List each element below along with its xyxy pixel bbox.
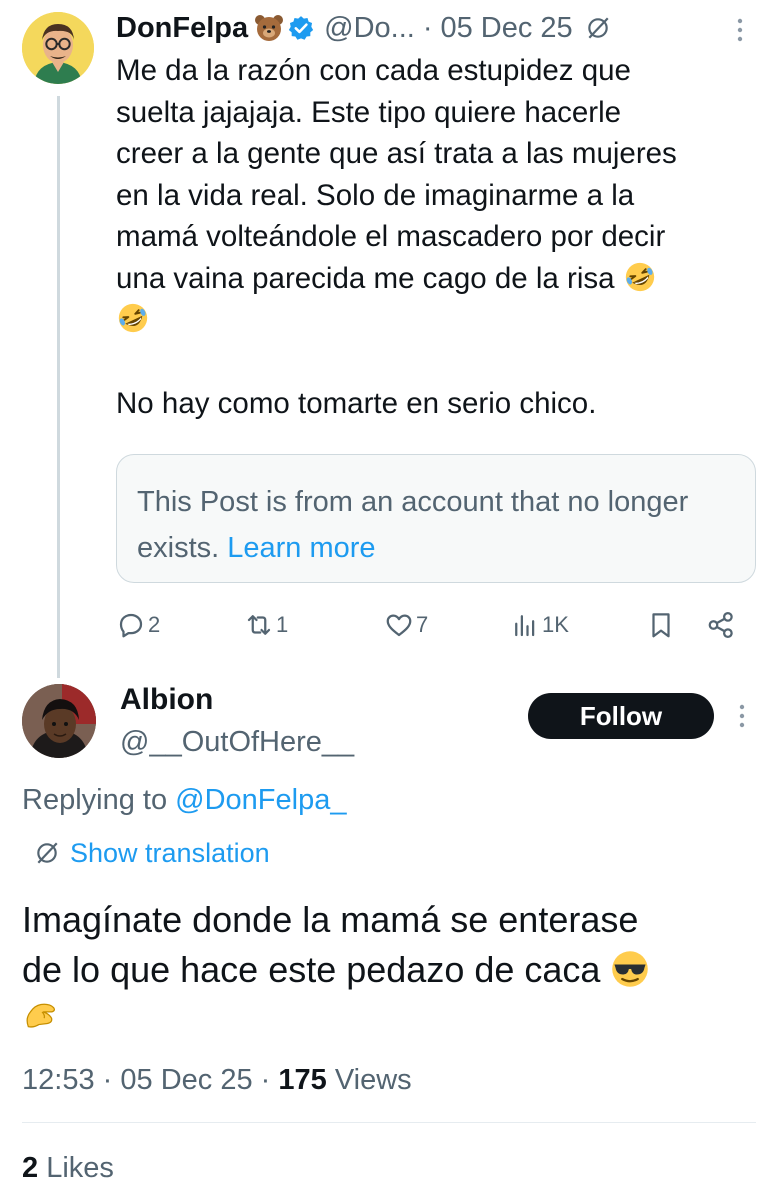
reply-author-handle[interactable]: @__OutOfHere__	[120, 722, 354, 762]
likes-summary[interactable]: 2 Likes	[22, 1148, 114, 1188]
post-body: Me da la razón con cada estupidez que su…	[116, 50, 736, 425]
reply-count: 2	[148, 612, 161, 637]
share-icon	[708, 612, 733, 638]
repost-action[interactable]: 1	[244, 600, 288, 650]
bookmark-action[interactable]	[646, 600, 678, 650]
separator-dot: ·	[260, 1064, 271, 1096]
author-name[interactable]: DonFelpa	[116, 12, 248, 45]
separator-dot: ·	[102, 1064, 113, 1096]
mention-link[interactable]: @DonFelpa_	[175, 784, 346, 816]
view-count: 1K	[542, 612, 569, 637]
views-action[interactable]: 1K	[510, 600, 569, 650]
show-translation-button[interactable]: Show translation	[34, 834, 270, 872]
reply-author-name[interactable]: Albion	[120, 680, 213, 720]
sunglasses-emoji-icon	[612, 951, 649, 987]
reply-author-avatar[interactable]	[22, 684, 96, 758]
heart-icon	[386, 614, 412, 637]
post-text-line: mamá volteándole el mascadero por decir	[116, 220, 666, 253]
show-translation-label: Show translation	[70, 837, 270, 868]
grok-icon[interactable]	[585, 15, 611, 41]
more-options-icon[interactable]	[730, 700, 754, 732]
profile-photo-icon	[22, 684, 96, 758]
likes-label: Likes	[46, 1152, 114, 1184]
reply-date[interactable]: 05 Dec 25	[120, 1064, 252, 1096]
unavailable-quote-card[interactable]: This Post is from an account that no lon…	[116, 454, 756, 583]
post-action-bar: 2 1 7 1K	[116, 600, 756, 650]
follow-button[interactable]: Follow	[528, 693, 714, 739]
separator-dot: ·	[422, 11, 433, 44]
rolling-laughing-emoji-icon	[625, 262, 654, 291]
bookmark-icon	[652, 613, 670, 638]
reply-text-line: Imagínate donde la mamá se enterase	[22, 899, 639, 940]
learn-more-link[interactable]: Learn more	[227, 532, 375, 564]
post-date[interactable]: 05 Dec 25	[440, 12, 572, 45]
reply-views-label: Views	[334, 1064, 412, 1096]
bitmoji-avatar-icon	[22, 12, 94, 84]
post-header: DonFelpa @Do... · 05 Dec 25	[116, 8, 611, 48]
bear-emoji-icon	[255, 15, 284, 41]
reply-icon	[119, 613, 143, 638]
post-text-line: en la vida real. Solo de imaginarme a la	[116, 178, 635, 212]
post-text-line: una vaina parecida me cago de la risa	[116, 261, 615, 295]
likes-count: 2	[22, 1152, 39, 1184]
replying-to-line: Replying to @DonFelpa_	[22, 780, 346, 820]
reply-action[interactable]: 2	[116, 600, 160, 650]
verified-badge-icon	[288, 16, 314, 40]
thread-connector-line	[57, 96, 60, 678]
reply-text-line-with-emoji: de lo que hace este pedazo de caca	[22, 945, 742, 995]
like-count: 7	[416, 612, 429, 637]
repost-icon	[247, 615, 271, 635]
reply-time[interactable]: 12:53	[22, 1064, 95, 1096]
post-text-line: No hay como tomarte en serio chico.	[116, 387, 597, 420]
author-handle[interactable]: @Do...	[324, 12, 415, 45]
post-text-line-with-emoji: una vaina parecida me cago de la risa	[116, 258, 736, 300]
quote-unavailable-text: This Post is from an account that no lon…	[137, 486, 689, 564]
post-text-line: creer a la gente que así trata a las muj…	[116, 137, 677, 170]
share-action[interactable]	[706, 600, 738, 650]
analytics-icon	[515, 615, 535, 637]
pinching-hand-emoji-icon	[26, 1003, 55, 1028]
post-text-line: Me da la razón con cada estupidez que	[116, 54, 631, 87]
reply-body: Imagínate donde la mamá se enterase de l…	[22, 895, 742, 1046]
repost-count: 1	[276, 612, 289, 637]
reply-text-line: de lo que hace este pedazo de caca	[22, 949, 601, 990]
emoji-line	[22, 995, 742, 1046]
reply-view-count: 175	[278, 1064, 327, 1096]
rolling-laughing-emoji-icon	[118, 303, 148, 333]
replying-to-label: Replying to	[22, 784, 168, 816]
post-text-line: suelta jajajaja. Este tipo quiere hacerl…	[116, 95, 622, 129]
reply-meta: 12:53 · 05 Dec 25 · 175 Views	[22, 1060, 412, 1100]
emoji-line	[116, 299, 736, 345]
author-avatar[interactable]	[22, 12, 94, 84]
grok-icon	[37, 842, 58, 864]
more-options-icon[interactable]	[728, 14, 752, 46]
like-action[interactable]: 7	[384, 600, 428, 650]
divider	[22, 1122, 756, 1123]
